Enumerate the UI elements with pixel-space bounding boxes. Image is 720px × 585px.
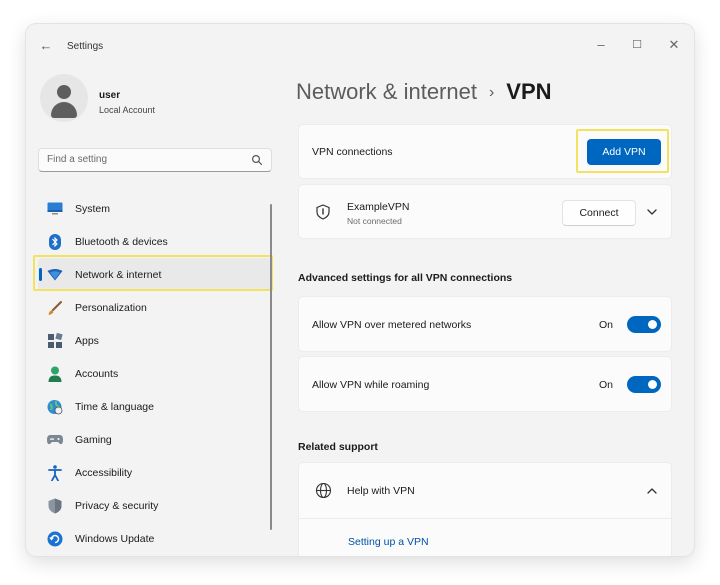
accessibility-icon (47, 464, 63, 481)
sidebar-item-privacy[interactable]: Privacy & security (38, 489, 272, 522)
sidebar-item-label: Time & language (75, 400, 154, 413)
sidebar-item-apps[interactable]: Apps (38, 324, 272, 357)
sidebar-nav: System Bluetooth & devices Network & int… (38, 192, 272, 555)
metered-networks-card: Allow VPN over metered networks On (298, 296, 672, 352)
search-box[interactable] (38, 148, 272, 172)
app-title: Settings (67, 41, 104, 52)
globe-icon (315, 482, 332, 499)
sidebar-item-accessibility[interactable]: Accessibility (38, 456, 272, 489)
help-with-vpn-card: Help with VPN Setting up a VPN (298, 462, 672, 556)
sidebar-item-personalization[interactable]: Personalization (38, 291, 272, 324)
apps-icon (47, 332, 63, 349)
search-icon[interactable] (251, 154, 263, 166)
update-icon (47, 531, 63, 547)
vpn-name: ExampleVPN (347, 201, 410, 213)
toggle-knob (648, 380, 657, 389)
avatar-body (51, 102, 77, 118)
setting-up-vpn-link[interactable]: Setting up a VPN (348, 536, 429, 548)
title-bar: ← Settings – ☐ ✕ (26, 24, 694, 68)
vpn-connections-label: VPN connections (312, 146, 393, 158)
sidebar-item-label: Personalization (75, 301, 147, 314)
sidebar-item-label: Accounts (75, 367, 119, 380)
shield-icon (47, 498, 63, 514)
back-arrow-icon[interactable]: ← (38, 38, 54, 54)
minimize-button[interactable]: – (590, 34, 612, 56)
vpn-shield-icon (316, 204, 330, 220)
globe-clock-icon (47, 399, 63, 415)
vpn-connections-card: VPN connections Add VPN (298, 124, 672, 179)
user-name: user (99, 90, 121, 101)
accounts-icon (47, 366, 63, 382)
toggle-state-label: On (599, 319, 614, 331)
sidebar-item-label: System (75, 202, 111, 215)
chevron-up-icon[interactable] (645, 484, 659, 498)
breadcrumb-current: VPN (506, 79, 552, 104)
vpn-entry-card[interactable]: ExampleVPN Not connected Connect (298, 184, 672, 239)
avatar-head (57, 85, 71, 99)
sidebar-item-label: Gaming (75, 433, 112, 446)
sidebar-item-time-language[interactable]: Time & language (38, 390, 272, 423)
metered-networks-toggle[interactable] (627, 316, 661, 333)
roaming-card: Allow VPN while roaming On (298, 356, 672, 412)
roaming-toggle[interactable] (627, 376, 661, 393)
sidebar-item-label: Accessibility (75, 466, 133, 479)
settings-window: ← Settings – ☐ ✕ user Local Account Syst… (26, 24, 694, 556)
vpn-status: Not connected (347, 216, 402, 226)
page-title: Network & internet › VPN (296, 79, 552, 105)
avatar[interactable] (40, 74, 88, 122)
bluetooth-icon (47, 233, 63, 250)
help-with-vpn-label: Help with VPN (347, 485, 415, 497)
toggle-knob (648, 320, 657, 329)
related-support-title: Related support (298, 441, 378, 453)
gamepad-icon (47, 432, 63, 448)
search-input[interactable] (47, 154, 237, 165)
roaming-label: Allow VPN while roaming (312, 379, 430, 391)
sidebar-item-label: Bluetooth & devices (75, 235, 168, 248)
metered-networks-label: Allow VPN over metered networks (312, 319, 472, 331)
help-with-vpn-header[interactable]: Help with VPN (299, 463, 671, 519)
network-icon (47, 267, 63, 283)
account-type: Local Account (99, 105, 156, 115)
sidebar-item-label: Network & internet (75, 268, 162, 281)
sidebar-item-system[interactable]: System (38, 192, 272, 225)
sidebar-item-windows-update[interactable]: Windows Update (38, 522, 272, 555)
close-button[interactable]: ✕ (663, 34, 685, 56)
breadcrumb-separator: › (488, 84, 495, 101)
sidebar-item-label: Windows Update (75, 532, 155, 545)
breadcrumb-parent[interactable]: Network & internet (296, 79, 477, 104)
advanced-settings-title: Advanced settings for all VPN connection… (298, 272, 513, 284)
sidebar-item-label: Apps (75, 334, 99, 347)
sidebar-item-label: Privacy & security (75, 499, 159, 512)
connect-button[interactable]: Connect (562, 200, 636, 226)
sidebar-item-bluetooth[interactable]: Bluetooth & devices (38, 225, 272, 258)
active-indicator (39, 268, 42, 281)
sidebar-item-gaming[interactable]: Gaming (38, 423, 272, 456)
toggle-state-label: On (599, 379, 614, 391)
system-icon (47, 201, 63, 217)
chevron-down-icon[interactable] (645, 205, 659, 219)
sidebar-item-accounts[interactable]: Accounts (38, 357, 272, 390)
brush-icon (47, 300, 63, 316)
add-vpn-button[interactable]: Add VPN (587, 139, 661, 165)
sidebar-scrollbar[interactable] (270, 204, 272, 530)
sidebar-item-network[interactable]: Network & internet (38, 258, 272, 291)
maximize-button[interactable]: ☐ (626, 34, 648, 56)
